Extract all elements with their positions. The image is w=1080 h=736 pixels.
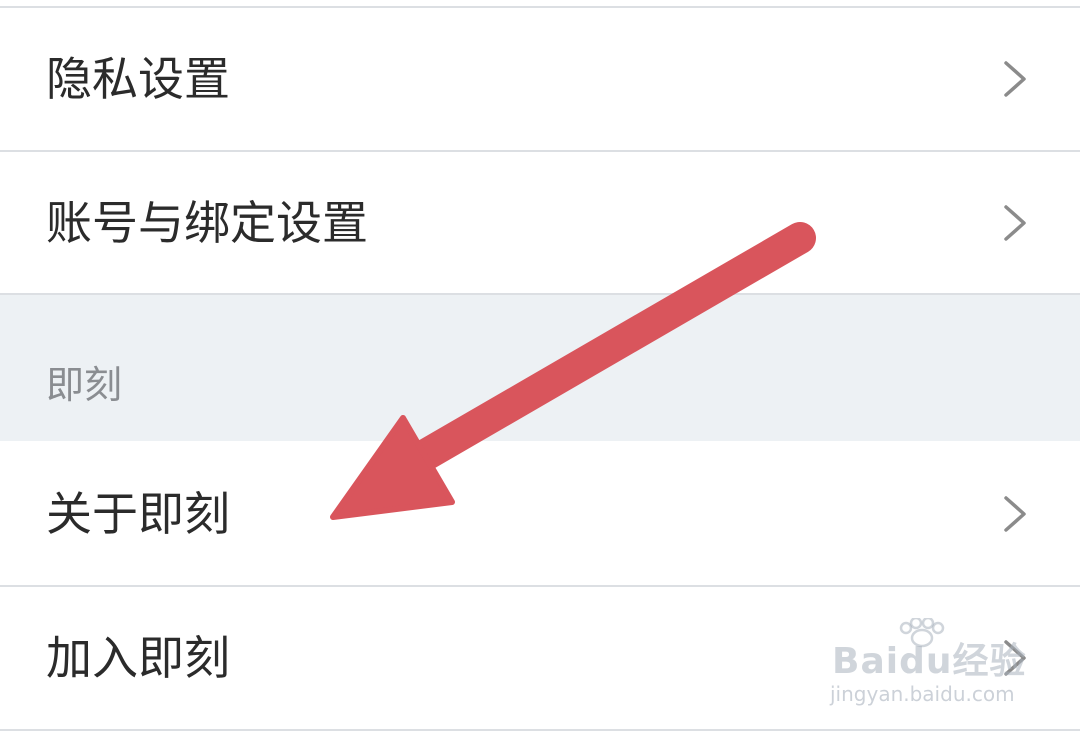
row-label: 加入即刻 — [46, 631, 230, 685]
chevron-right-icon — [1004, 496, 1026, 532]
settings-screen: 隐私设置 账号与绑定设置 即刻 关于即刻 加入即刻 Baidu经验 jingya… — [0, 0, 1080, 736]
row-label: 关于即刻 — [46, 487, 230, 541]
section-title: 即刻 — [46, 363, 123, 407]
privacy-settings-row[interactable]: 隐私设置 — [0, 8, 1080, 150]
section-header: 即刻 — [0, 295, 1080, 441]
chevron-right-icon — [1004, 205, 1026, 241]
join-jike-row[interactable]: 加入即刻 — [0, 587, 1080, 729]
divider — [0, 729, 1080, 731]
row-label: 隐私设置 — [46, 52, 230, 106]
account-binding-settings-row[interactable]: 账号与绑定设置 — [0, 152, 1080, 294]
about-jike-row[interactable]: 关于即刻 — [0, 443, 1080, 585]
chevron-right-icon — [1004, 640, 1026, 676]
chevron-right-icon — [1004, 61, 1026, 97]
row-label: 账号与绑定设置 — [46, 196, 368, 250]
